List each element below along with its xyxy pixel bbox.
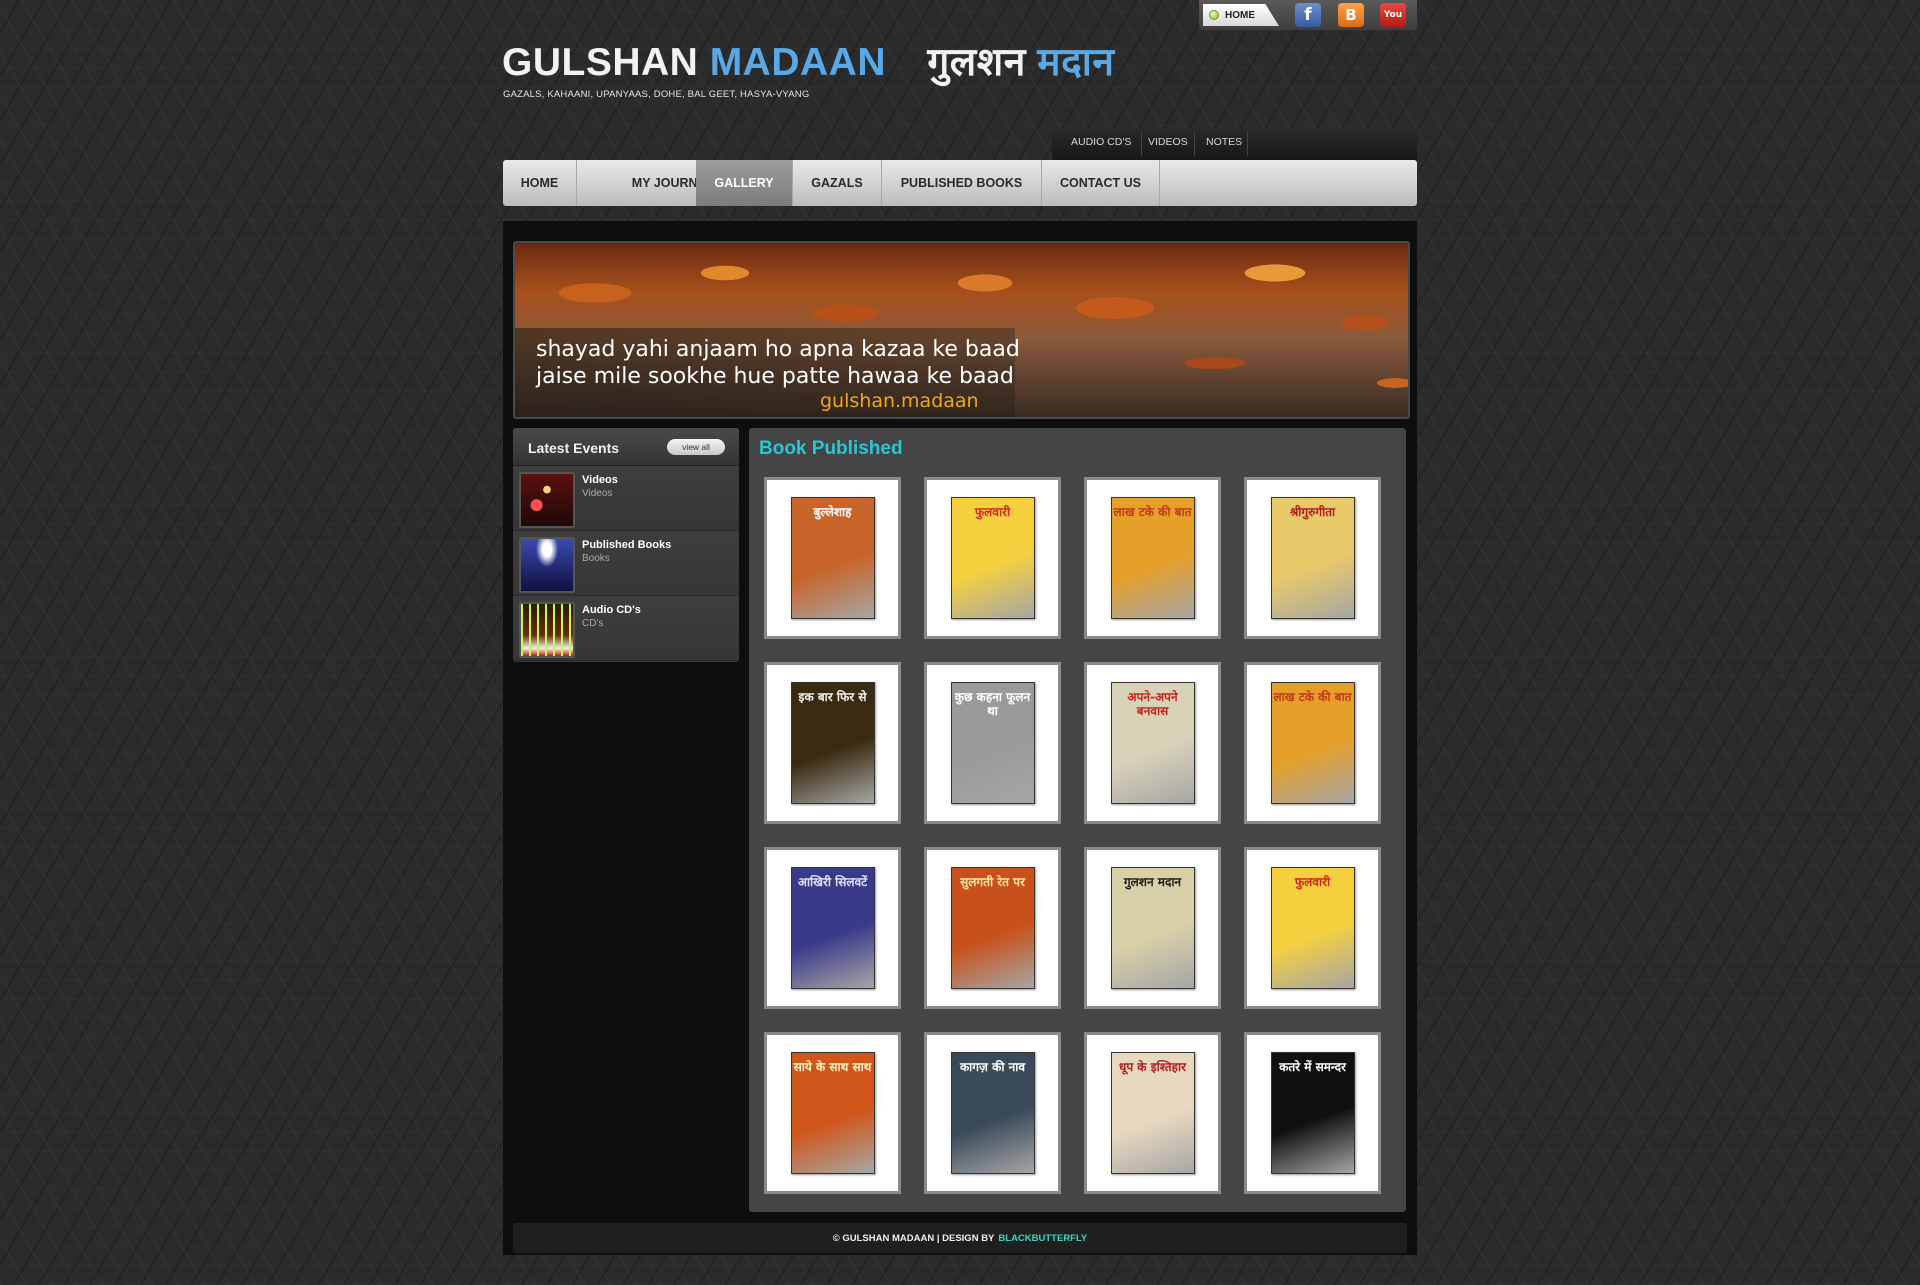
book-cover: अपने-अपने बनवास <box>1110 682 1195 804</box>
nav-published-books[interactable]: PUBLISHED BOOKS <box>882 160 1042 206</box>
footer: © GULSHAN MADAAN | DESIGN BY BLACKBUTTER… <box>513 1223 1407 1253</box>
submenu-audio-cds[interactable]: AUDIO CD'S <box>1071 136 1131 148</box>
book-tile[interactable]: श्रीगुरुगीता <box>1244 477 1381 639</box>
nav-gazals[interactable]: GAZALS <box>793 160 882 206</box>
footer-copyright: © GULSHAN MADAAN | DESIGN BY <box>832 1232 995 1244</box>
book-title: फुलवारी <box>974 505 1011 519</box>
book-tile[interactable]: कतरे में समन्दर <box>1244 1032 1381 1194</box>
book-cover: सुलगती रेत पर <box>950 867 1035 989</box>
book-tile[interactable]: गुलशन मदान <box>1084 847 1221 1009</box>
book-tile[interactable]: फुलवारी <box>1244 847 1381 1009</box>
nav-home[interactable]: HOME <box>503 160 577 206</box>
event-title: Videos <box>582 474 618 486</box>
events-header: Latest Events view all <box>513 428 739 466</box>
event-thumb <box>519 602 575 658</box>
youtube-icon[interactable]: You <box>1380 3 1406 27</box>
logo-first-name: GULSHAN <box>502 41 699 84</box>
book-title: फुलवारी <box>1294 875 1331 889</box>
book-cover: इक बार फिर से <box>790 682 875 804</box>
main-nav: HOME MY JOURNEY GALLERY GAZALS PUBLISHED… <box>503 160 1417 206</box>
top-home-link[interactable]: HOME <box>1203 4 1279 26</box>
banner-line-1: shayad yahi anjaam ho apna kazaa ke baad <box>536 337 1020 362</box>
logo-hindi-first: गुलशन <box>927 41 1026 84</box>
banner-signature: gulshan.madaan <box>820 390 979 412</box>
site-logo[interactable]: GULSHAN MADAAN गुलशन मदान <box>502 34 1115 87</box>
book-cover: आखिरी सिलवटें <box>790 867 875 989</box>
event-subtitle: CD's <box>582 618 604 629</box>
book-title: श्रीगुरुगीता <box>1289 505 1336 519</box>
book-title: कागज़ की नाव <box>959 1060 1026 1074</box>
book-cover: फुलवारी <box>950 497 1035 619</box>
book-title: धूप के इश्तिहार <box>1118 1060 1187 1074</box>
event-thumb <box>519 472 575 528</box>
book-title: कतरे में समन्दर <box>1279 1060 1346 1074</box>
book-title: लाख टके की बात <box>1273 690 1352 704</box>
book-cover: धूप के इश्तिहार <box>1110 1052 1195 1174</box>
book-cover: कुछ कहना फूलन था <box>950 682 1035 804</box>
book-title: अपने-अपने बनवास <box>1127 690 1178 719</box>
event-thumb <box>519 537 575 593</box>
submenu-notes[interactable]: NOTES <box>1206 136 1242 148</box>
nav-gallery[interactable]: GALLERY <box>696 160 793 206</box>
event-subtitle: Videos <box>582 488 613 499</box>
book-cover: फुलवारी <box>1270 867 1355 989</box>
book-tile[interactable]: अपने-अपने बनवास <box>1084 662 1221 824</box>
events-title: Latest Events <box>528 440 620 456</box>
book-tile[interactable]: बुल्लेशाह <box>764 477 901 639</box>
top-social-bar: HOME f B You <box>1199 0 1417 30</box>
book-tile[interactable]: लाख टके की बात <box>1244 662 1381 824</box>
book-tile[interactable]: साये के साथ साथ <box>764 1032 901 1194</box>
book-cover: बुल्लेशाह <box>790 497 875 619</box>
event-item-published-books[interactable]: Published Books Books <box>513 531 739 596</box>
book-cover: लाख टके की बात <box>1270 682 1355 804</box>
nav-contact-us[interactable]: CONTACT US <box>1042 160 1160 206</box>
event-item-videos[interactable]: Videos Videos <box>513 466 739 531</box>
event-subtitle: Books <box>582 553 610 564</box>
book-tile[interactable]: सुलगती रेत पर <box>924 847 1061 1009</box>
event-title: Audio CD's <box>582 604 641 616</box>
event-item-audio-cds[interactable]: Audio CD's CD's <box>513 596 739 661</box>
view-all-button[interactable]: view all <box>667 439 725 455</box>
status-dot-icon <box>1209 10 1219 20</box>
book-tile[interactable]: धूप के इश्तिहार <box>1084 1032 1221 1194</box>
logo-hindi-last: मदान <box>1037 41 1115 84</box>
top-home-label: HOME <box>1225 9 1255 21</box>
book-cover: साये के साथ साथ <box>790 1052 875 1174</box>
book-title: इक बार फिर से <box>798 690 867 704</box>
gallery-title: Book Published <box>759 438 903 459</box>
event-title: Published Books <box>582 539 672 551</box>
book-cover: कागज़ की नाव <box>950 1052 1035 1174</box>
blogger-icon[interactable]: B <box>1338 3 1364 27</box>
book-title: लाख टके की बात <box>1113 505 1192 519</box>
hero-banner: shayad yahi anjaam ho apna kazaa ke baad… <box>513 241 1410 419</box>
book-tile[interactable]: फुलवारी <box>924 477 1061 639</box>
book-tile[interactable]: इक बार फिर से <box>764 662 901 824</box>
book-title: बुल्लेशाह <box>813 505 852 519</box>
logo-last-name: MADAAN <box>709 41 886 84</box>
book-cover: श्रीगुरुगीता <box>1270 497 1355 619</box>
site-tagline: GAZALS, KAHAANI, UPANYAAS, DOHE, BAL GEE… <box>503 89 810 100</box>
book-cover: लाख टके की बात <box>1110 497 1195 619</box>
submenu-videos[interactable]: VIDEOS <box>1148 136 1188 148</box>
book-title: कुछ कहना फूलन था <box>954 690 1031 719</box>
book-tile[interactable]: लाख टके की बात <box>1084 477 1221 639</box>
banner-line-2: jaise mile sookhe hue patte hawaa ke baa… <box>536 364 1014 389</box>
latest-events-panel: Latest Events view all Videos Videos Pub… <box>513 428 739 662</box>
facebook-icon[interactable]: f <box>1295 3 1321 27</box>
footer-designer-link[interactable]: BLACKBUTTERFLY <box>998 1233 1087 1244</box>
book-title: सुलगती रेत पर <box>960 875 1025 889</box>
book-tile[interactable]: आखिरी सिलवटें <box>764 847 901 1009</box>
book-cover: कतरे में समन्दर <box>1270 1052 1355 1174</box>
book-cover: गुलशन मदान <box>1110 867 1195 989</box>
book-tile[interactable]: कुछ कहना फूलन था <box>924 662 1061 824</box>
book-tile[interactable]: कागज़ की नाव <box>924 1032 1061 1194</box>
secondary-menu: AUDIO CD'S VIDEOS NOTES <box>1052 128 1417 160</box>
book-title: गुलशन मदान <box>1123 875 1182 889</box>
book-title: साये के साथ साथ <box>793 1060 872 1074</box>
book-title: आखिरी सिलवटें <box>797 875 868 889</box>
